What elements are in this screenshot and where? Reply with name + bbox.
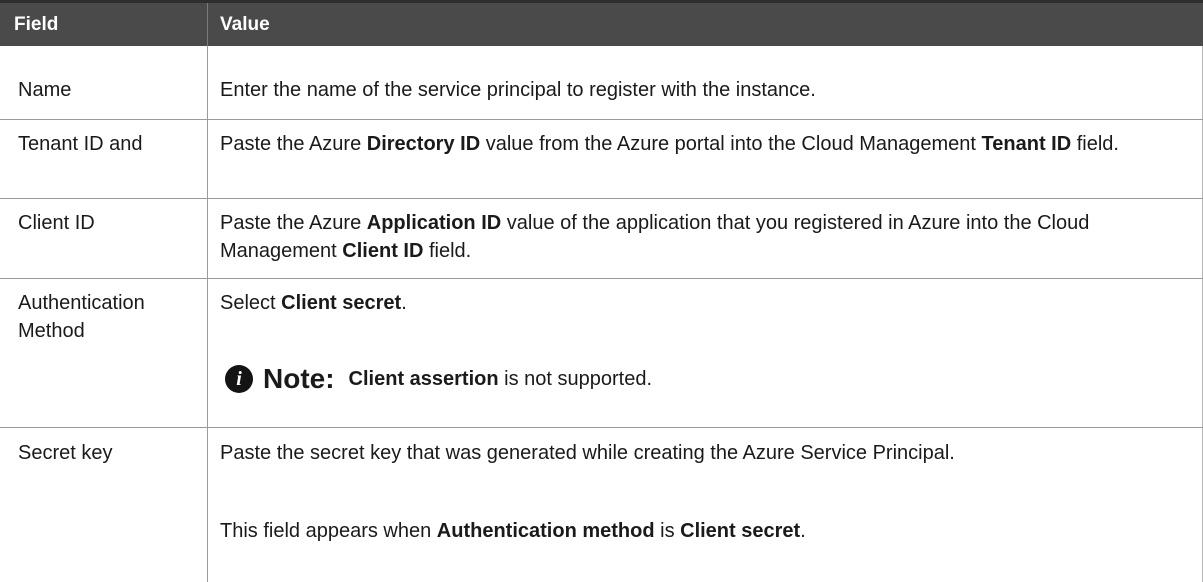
row-client-id-bold-client-id: Client ID: [342, 240, 424, 262]
note-bold-client-assertion: Client assertion: [348, 367, 499, 390]
row-secret-key-field: Secret key: [18, 442, 113, 464]
row-tenant-bold-directory-id: Directory ID: [366, 133, 481, 155]
row-tenant-text-3: field.: [1071, 133, 1119, 155]
row-tenant-text-2: value from the Azure portal into the Clo…: [480, 133, 982, 155]
note-label: Note:: [263, 363, 335, 394]
row-secret-key-bold-auth-method: Authentication method: [436, 520, 655, 542]
row-name-field: Name: [18, 79, 72, 101]
row-divider: [0, 278, 1203, 279]
note-callout: i Note: Client assertion is not supporte…: [225, 361, 652, 397]
row-tenant-value: Paste the Azure Directory ID value from …: [220, 130, 1180, 158]
note-text-rest: is not supported.: [498, 367, 653, 390]
row-secret-key-text: Paste the secret key that was generated …: [220, 442, 955, 464]
row-secret-key-text2-3: .: [800, 520, 806, 542]
row-auth-field: Authentication Method: [18, 289, 203, 345]
row-tenant-field: Tenant ID and: [18, 133, 143, 155]
row-auth-field-line1: Authentication: [18, 292, 145, 314]
row-client-id-bold-application-id: Application ID: [366, 212, 502, 234]
note-text: Client assertion is not supported.: [349, 368, 652, 391]
row-divider: [0, 119, 1203, 120]
row-client-id-text-3: field.: [423, 240, 472, 262]
row-auth-bold-client-secret: Client secret: [281, 292, 402, 314]
row-auth-value: Select Client secret.: [220, 289, 1180, 317]
table-header-row: Field Value: [0, 0, 1203, 46]
info-icon: i: [225, 365, 253, 393]
row-auth-text-2: .: [401, 292, 407, 314]
row-divider: [0, 198, 1203, 199]
row-client-id-text-1: Paste the Azure: [220, 212, 367, 234]
header-divider: [207, 3, 208, 46]
row-auth-text-1: Select: [220, 292, 282, 314]
header-field: Field: [14, 14, 59, 35]
row-auth-field-line2: Method: [18, 320, 85, 342]
row-divider: [0, 427, 1203, 428]
row-name-value: Enter the name of the service principal …: [220, 76, 1180, 104]
column-divider: [207, 46, 208, 582]
row-tenant-text-1: Paste the Azure: [220, 133, 367, 155]
header-value: Value: [220, 14, 270, 35]
row-secret-key-text2-1: This field appears when: [220, 520, 437, 542]
row-client-id-field: Client ID: [18, 212, 95, 234]
row-secret-key-bold-client-secret: Client secret: [680, 520, 801, 542]
row-secret-key-value: Paste the secret key that was generated …: [220, 439, 1180, 467]
row-secret-key-value2: This field appears when Authentication m…: [220, 517, 1180, 545]
row-name-value-text: Enter the name of the service principal …: [220, 79, 816, 101]
row-tenant-bold-tenant-id: Tenant ID: [981, 133, 1072, 155]
row-secret-key-text2-2: is: [654, 520, 681, 542]
row-client-id-value: Paste the Azure Application ID value of …: [220, 209, 1180, 265]
